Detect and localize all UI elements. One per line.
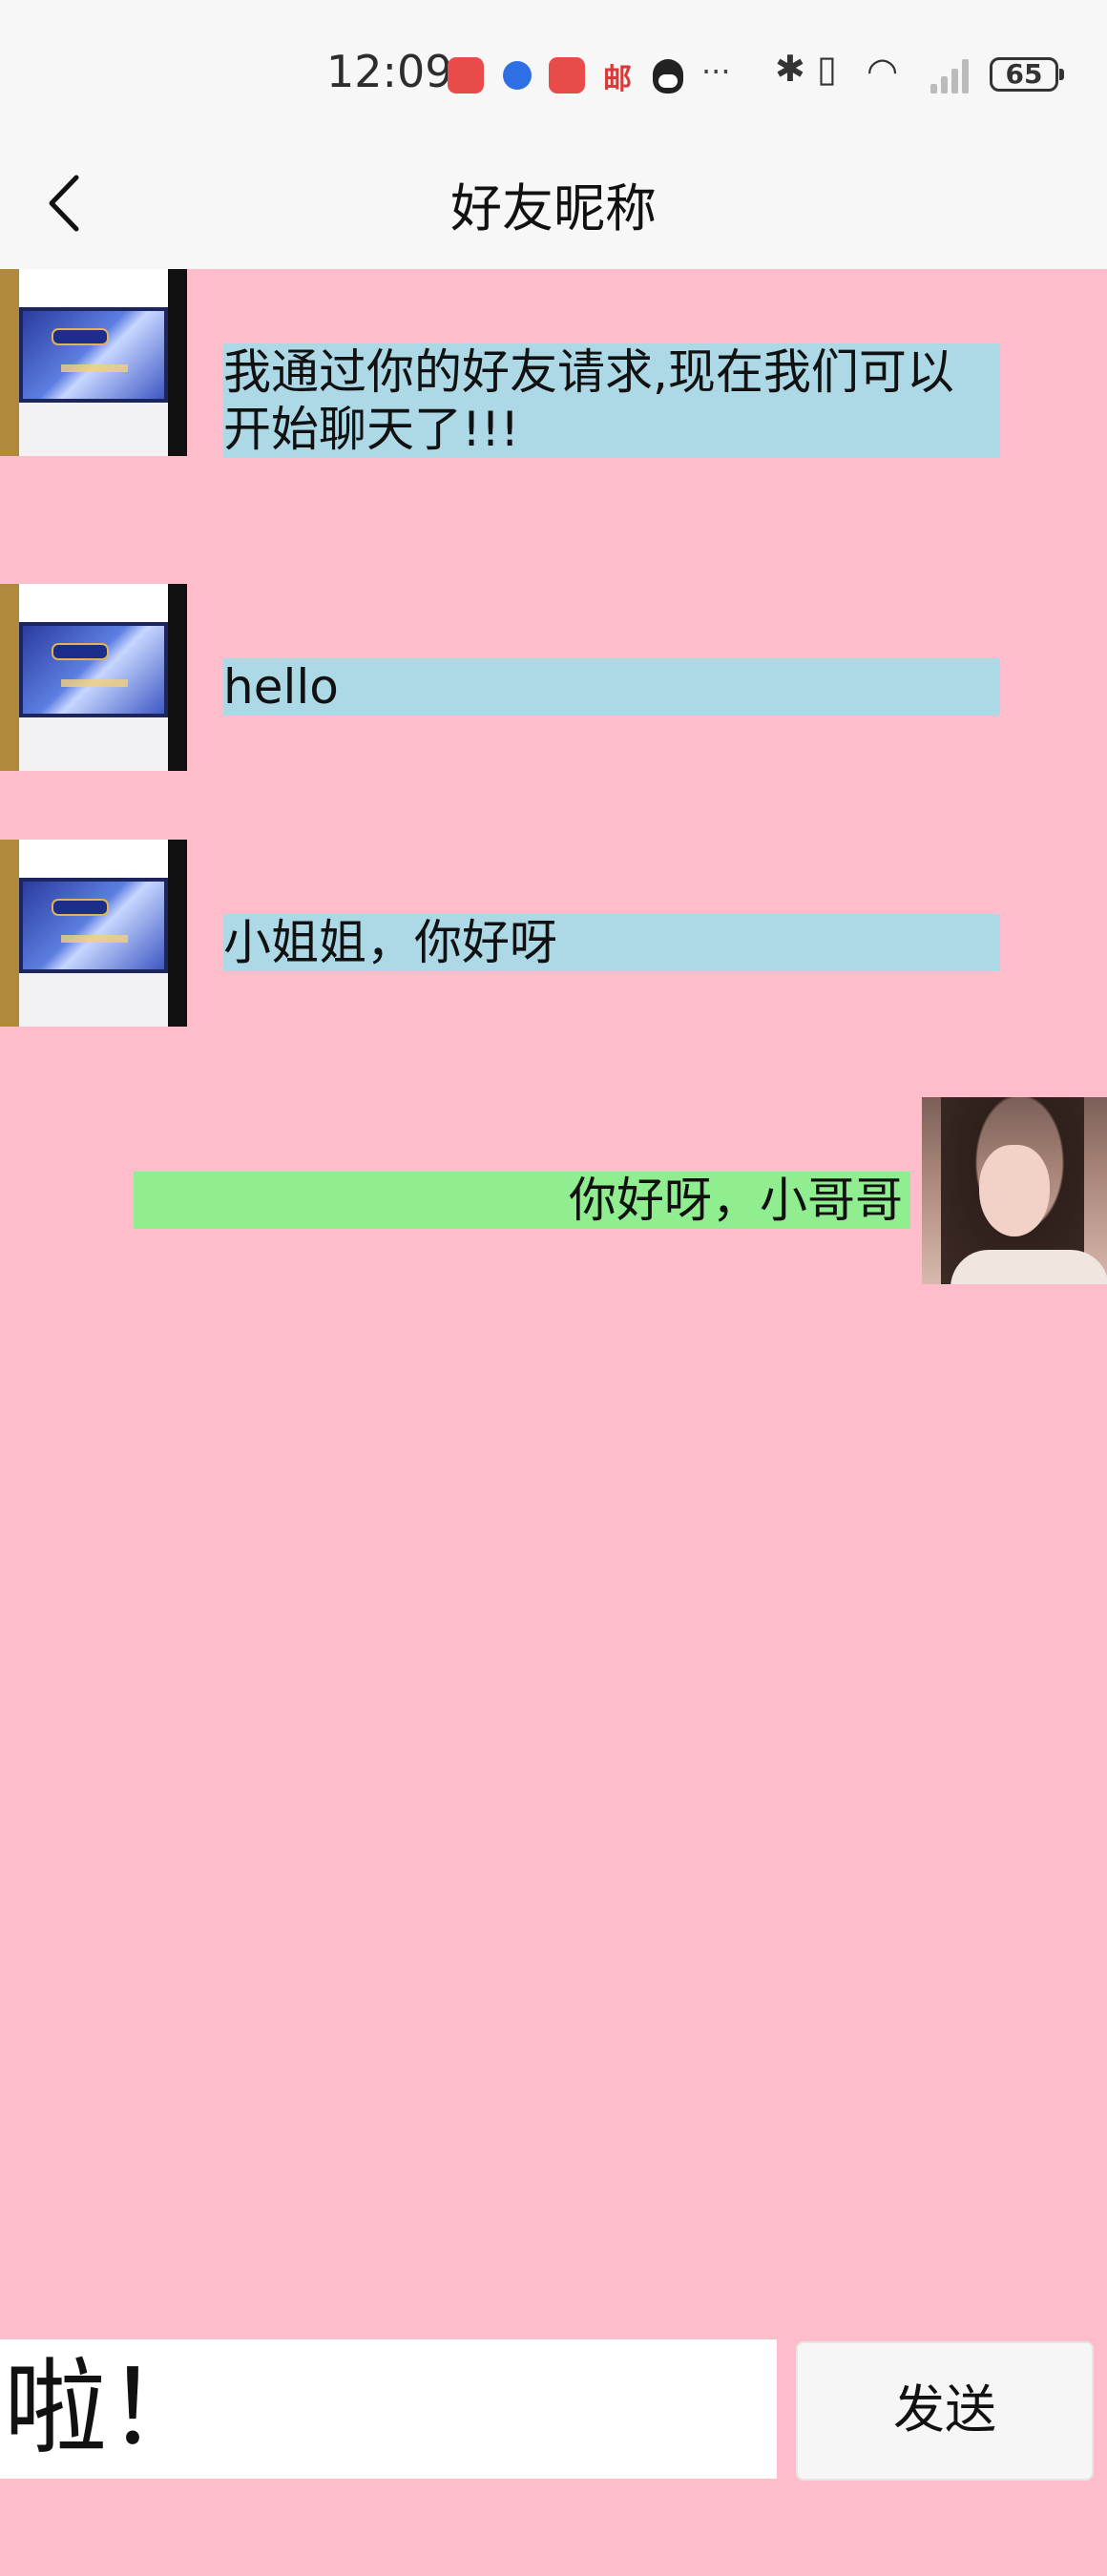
message-input[interactable]: 啦！ xyxy=(0,2339,777,2479)
contact-avatar[interactable] xyxy=(0,840,187,1027)
huawei-appgallery-icon xyxy=(448,57,484,93)
status-bar: 12:09 邮 ··· ✱ ▯ ◠ 65 xyxy=(0,0,1107,141)
huawei-appgallery-icon xyxy=(549,57,585,93)
wifi-icon: ◠ xyxy=(867,50,899,92)
message-bubble-sent[interactable]: 你好呀，小哥哥 xyxy=(134,1172,910,1229)
status-time: 12:09 xyxy=(326,46,453,97)
send-button[interactable]: 发送 xyxy=(796,2341,1094,2481)
page-title: 好友昵称 xyxy=(450,178,657,239)
message-list[interactable]: 我通过你的好友请求,现在我们可以开始聊天了!!! hello 小姐姐，你好呀 你… xyxy=(0,269,1107,2339)
baidu-icon xyxy=(503,61,532,90)
signal-icon xyxy=(930,55,978,93)
message-bubble-received[interactable]: 我通过你的好友请求,现在我们可以开始聊天了!!! xyxy=(223,343,1000,458)
more-icon: ··· xyxy=(701,53,731,90)
battery-icon: 65 xyxy=(990,57,1064,92)
contact-avatar[interactable] xyxy=(0,584,187,771)
message-bubble-received[interactable]: hello xyxy=(223,658,1000,716)
qq-icon xyxy=(653,59,683,93)
chat-header: 好友昵称 xyxy=(0,141,1107,269)
vibrate-icon: ▯ xyxy=(817,48,837,90)
bluetooth-icon: ✱ xyxy=(775,48,805,90)
contact-avatar[interactable] xyxy=(0,269,187,456)
mail-icon: 邮 xyxy=(603,63,632,96)
self-avatar[interactable] xyxy=(922,1097,1107,1284)
message-bubble-received[interactable]: 小姐姐，你好呀 xyxy=(223,914,1000,971)
